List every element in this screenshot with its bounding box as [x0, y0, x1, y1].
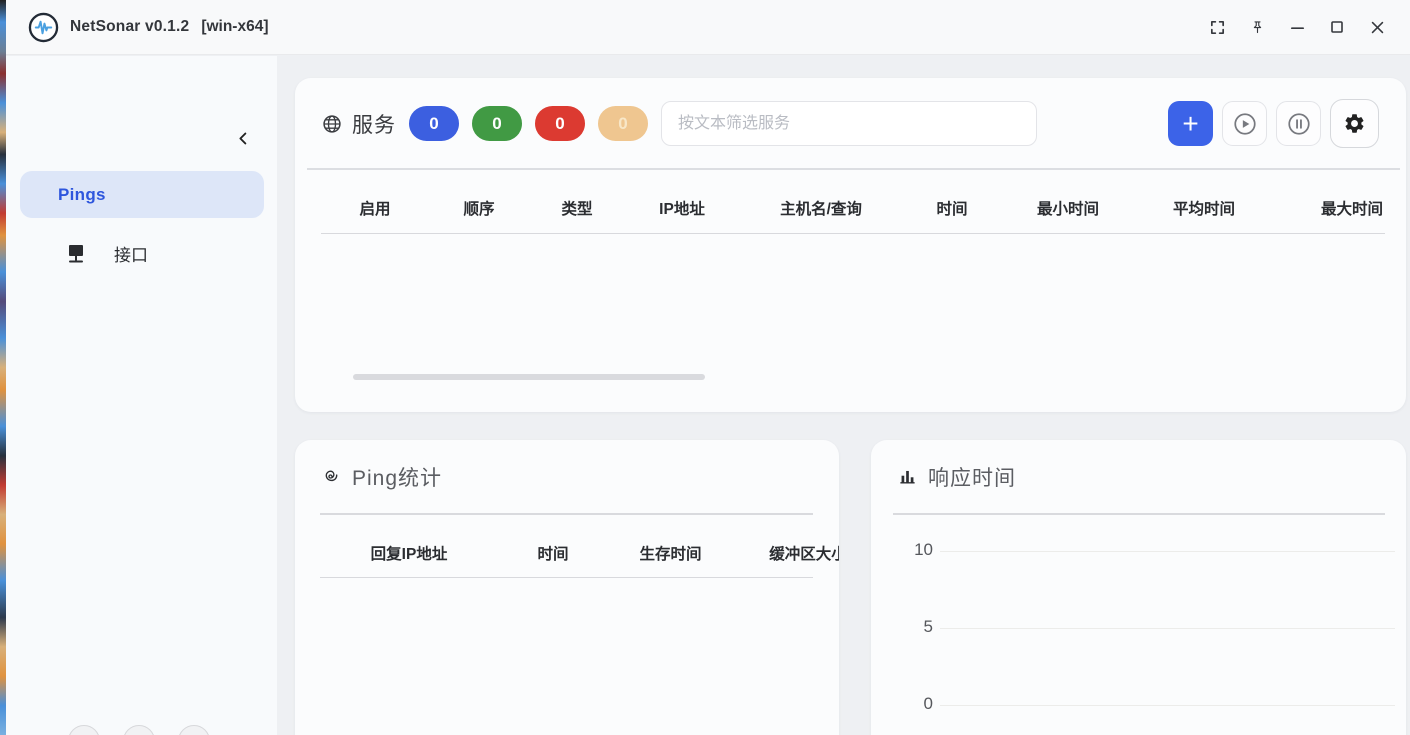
hidden-round-button[interactable]: [68, 725, 100, 735]
gridline-5: [940, 628, 1395, 629]
response-time-card: 响应时间 10 5 0 0 2 4 6 8 10: [871, 440, 1406, 735]
col-max-time[interactable]: 最大时间: [1272, 197, 1406, 219]
sidebar-bottom-buttons: [68, 725, 210, 735]
col-hostname[interactable]: 主机名/查询: [738, 197, 904, 219]
fullscreen-icon: [1209, 19, 1226, 36]
netsonar-logo-icon: [28, 12, 59, 43]
settings-button[interactable]: [1330, 99, 1379, 148]
minimize-icon: [1289, 19, 1306, 36]
chevron-left-icon: [236, 131, 251, 146]
close-icon: [1369, 19, 1386, 36]
y-tick: 0: [893, 694, 933, 714]
response-time-header: 响应时间: [871, 440, 1406, 513]
col-ip[interactable]: IP地址: [626, 197, 738, 219]
close-button[interactable]: [1362, 12, 1392, 42]
horizontal-scrollbar-thumb[interactable]: [353, 374, 705, 380]
col-type[interactable]: 类型: [528, 197, 626, 219]
sidebar-item-label: Pings: [58, 185, 106, 205]
spiral-icon: [322, 467, 341, 486]
services-toolbar: 服务 0 0 0 0 +: [295, 78, 1406, 169]
sidebar-collapse-button[interactable]: [231, 126, 255, 150]
response-time-title: 响应时间: [928, 462, 1016, 492]
services-table-header: 启用 顺序 类型 IP地址 主机名/查询 时间 最小时间 平均时间 最大时间: [320, 186, 1406, 230]
gridline-0: [940, 705, 1395, 706]
globe-icon: [322, 114, 342, 134]
network-monitor-icon: [64, 241, 88, 265]
sidebar-item-interfaces[interactable]: 接口: [20, 230, 264, 276]
gridline-10: [940, 551, 1395, 552]
maximize-button[interactable]: [1322, 12, 1352, 42]
col-enabled[interactable]: 启用: [320, 197, 430, 219]
app-title: NetSonar v0.1.2: [70, 18, 189, 36]
y-tick: 10: [893, 540, 933, 560]
ping-stats-card: Ping统计 回复IP地址 时间 生存时间 缓冲区大小: [295, 440, 839, 735]
col-avg-time[interactable]: 平均时间: [1136, 197, 1272, 219]
badge-down: 0: [535, 106, 585, 141]
toolbar-divider: [307, 168, 1400, 170]
bar-chart-icon: [898, 467, 917, 486]
pin-button[interactable]: [1242, 12, 1272, 42]
app-arch: [win-x64]: [201, 18, 268, 36]
hidden-round-button[interactable]: [178, 725, 210, 735]
ping-stats-header: Ping统计: [295, 440, 839, 513]
main-content: 服务 0 0 0 0 +: [277, 56, 1410, 735]
ping-stats-title: Ping统计: [352, 462, 442, 492]
y-tick: 5: [893, 617, 933, 637]
card-divider: [320, 513, 813, 515]
col-time[interactable]: 时间: [498, 542, 608, 564]
pause-pings-button[interactable]: [1276, 101, 1321, 146]
badge-total: 0: [409, 106, 459, 141]
col-buffer-size[interactable]: 缓冲区大小: [733, 542, 839, 564]
titlebar: NetSonar v0.1.2 [win-x64]: [6, 0, 1410, 55]
ping-stats-table-header: 回复IP地址 时间 生存时间 缓冲区大小: [320, 532, 839, 574]
start-pings-button[interactable]: [1222, 101, 1267, 146]
services-actions: +: [1168, 99, 1379, 148]
minimize-button[interactable]: [1282, 12, 1312, 42]
pin-icon: [1250, 20, 1265, 35]
sidebar-item-label: 接口: [114, 241, 148, 266]
badge-pending: 0: [598, 106, 648, 141]
table-header-divider: [320, 577, 813, 578]
sidebar: Pings 接口: [6, 56, 277, 735]
hidden-round-button[interactable]: [123, 725, 155, 735]
fullscreen-button[interactable]: [1202, 12, 1232, 42]
col-order[interactable]: 顺序: [430, 197, 528, 219]
col-ttl[interactable]: 生存时间: [608, 542, 733, 564]
col-time[interactable]: 时间: [904, 197, 1000, 219]
service-filter-input[interactable]: [661, 101, 1037, 146]
maximize-icon: [1329, 19, 1345, 35]
pause-circle-icon: [1286, 111, 1312, 137]
col-min-time[interactable]: 最小时间: [1000, 197, 1136, 219]
response-time-chart: 10 5 0 0 2 4 6 8 10: [871, 513, 1406, 735]
table-header-divider: [321, 233, 1385, 234]
gear-icon: [1343, 112, 1366, 135]
services-title: 服务: [352, 109, 396, 139]
col-reply-ip[interactable]: 回复IP地址: [320, 542, 498, 564]
play-circle-icon: [1232, 111, 1258, 137]
badge-up: 0: [472, 106, 522, 141]
services-card: 服务 0 0 0 0 +: [295, 78, 1406, 412]
sidebar-item-pings[interactable]: Pings: [20, 171, 264, 218]
add-service-button[interactable]: +: [1168, 101, 1213, 146]
window-controls: [1202, 12, 1392, 42]
